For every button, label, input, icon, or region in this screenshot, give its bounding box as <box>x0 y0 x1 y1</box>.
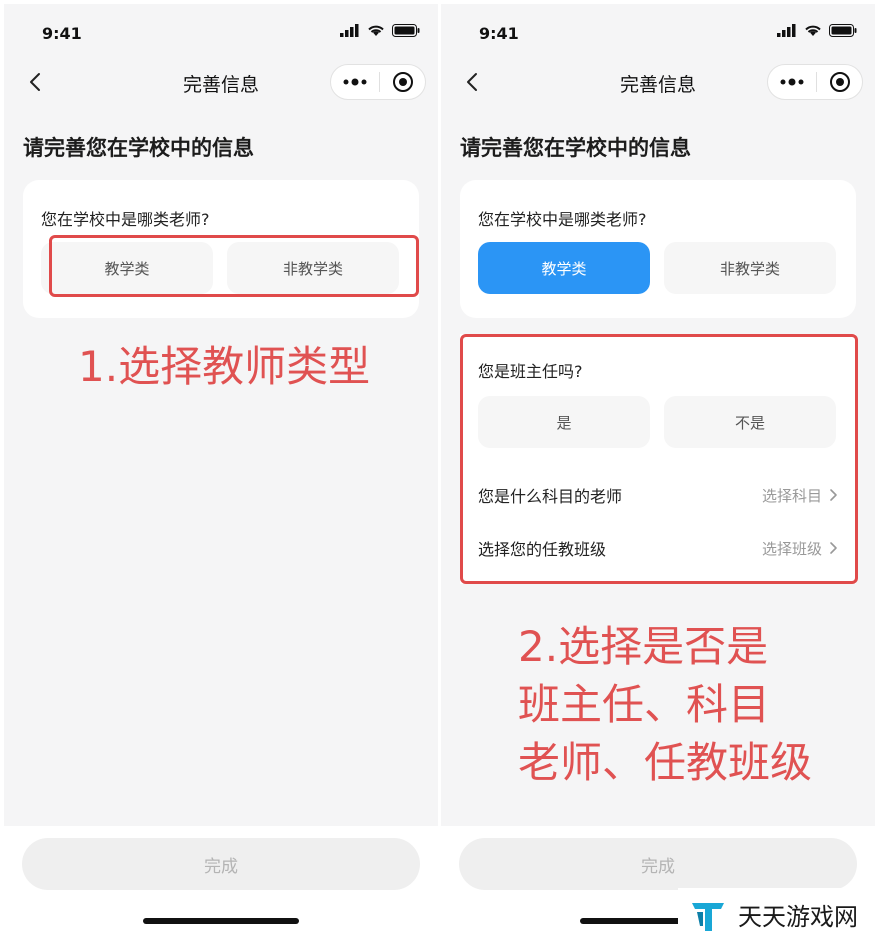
page-heading: 请完善您在学校中的信息 <box>460 136 691 160</box>
signal-icon <box>777 24 796 37</box>
status-time: 9:41 <box>42 24 82 43</box>
annotation-step-2: 2.选择是否是 班主任、科目 老师、任教班级 <box>518 622 813 787</box>
battery-icon <box>392 24 420 37</box>
teacher-type-card: 您在学校中是哪类老师? 教学类 非教学类 <box>460 180 856 318</box>
status-icons <box>777 24 857 37</box>
logo-t-icon <box>692 902 724 931</box>
wifi-icon <box>805 25 821 36</box>
watermark-text: 天天游戏网 <box>738 903 858 931</box>
more-dots-icon <box>343 78 367 86</box>
close-miniprogram-button[interactable] <box>380 65 425 99</box>
mini-program-capsule <box>330 64 426 100</box>
mini-program-capsule <box>767 64 863 100</box>
done-button[interactable]: 完成 <box>459 838 857 890</box>
annotation-highlight-box <box>49 235 419 297</box>
more-button[interactable] <box>768 65 816 99</box>
close-miniprogram-button[interactable] <box>817 65 862 99</box>
teacher-type-question: 您在学校中是哪类老师? <box>478 210 647 229</box>
home-indicator <box>143 918 299 924</box>
done-button[interactable]: 完成 <box>22 838 420 890</box>
target-icon <box>392 72 413 92</box>
more-button[interactable] <box>331 65 379 99</box>
phone-screen-right: 9:41 完善信息 请完善您在学校中的信息 您在学校中是哪类老师? 教学类 非教… <box>441 4 875 937</box>
status-time: 9:41 <box>479 24 519 43</box>
wifi-icon <box>368 25 384 36</box>
option-non-teaching[interactable]: 非教学类 <box>664 242 836 294</box>
site-watermark: 天天游戏网 <box>678 888 878 941</box>
more-dots-icon <box>780 78 804 86</box>
target-icon <box>829 72 850 92</box>
battery-icon <box>829 24 857 37</box>
footer-bar: 完成 <box>4 826 438 937</box>
annotation-highlight-box <box>460 334 858 584</box>
phone-screen-left: 9:41 完善信息 请完善您在学校中的信息 您在学校中是哪类老师? 教学类 非教… <box>4 4 438 937</box>
option-teaching-selected[interactable]: 教学类 <box>478 242 650 294</box>
teacher-type-question: 您在学校中是哪类老师? <box>41 210 210 229</box>
signal-icon <box>340 24 359 37</box>
status-icons <box>340 24 420 37</box>
page-heading: 请完善您在学校中的信息 <box>23 136 254 160</box>
annotation-step-1: 1.选择教师类型 <box>78 342 371 391</box>
